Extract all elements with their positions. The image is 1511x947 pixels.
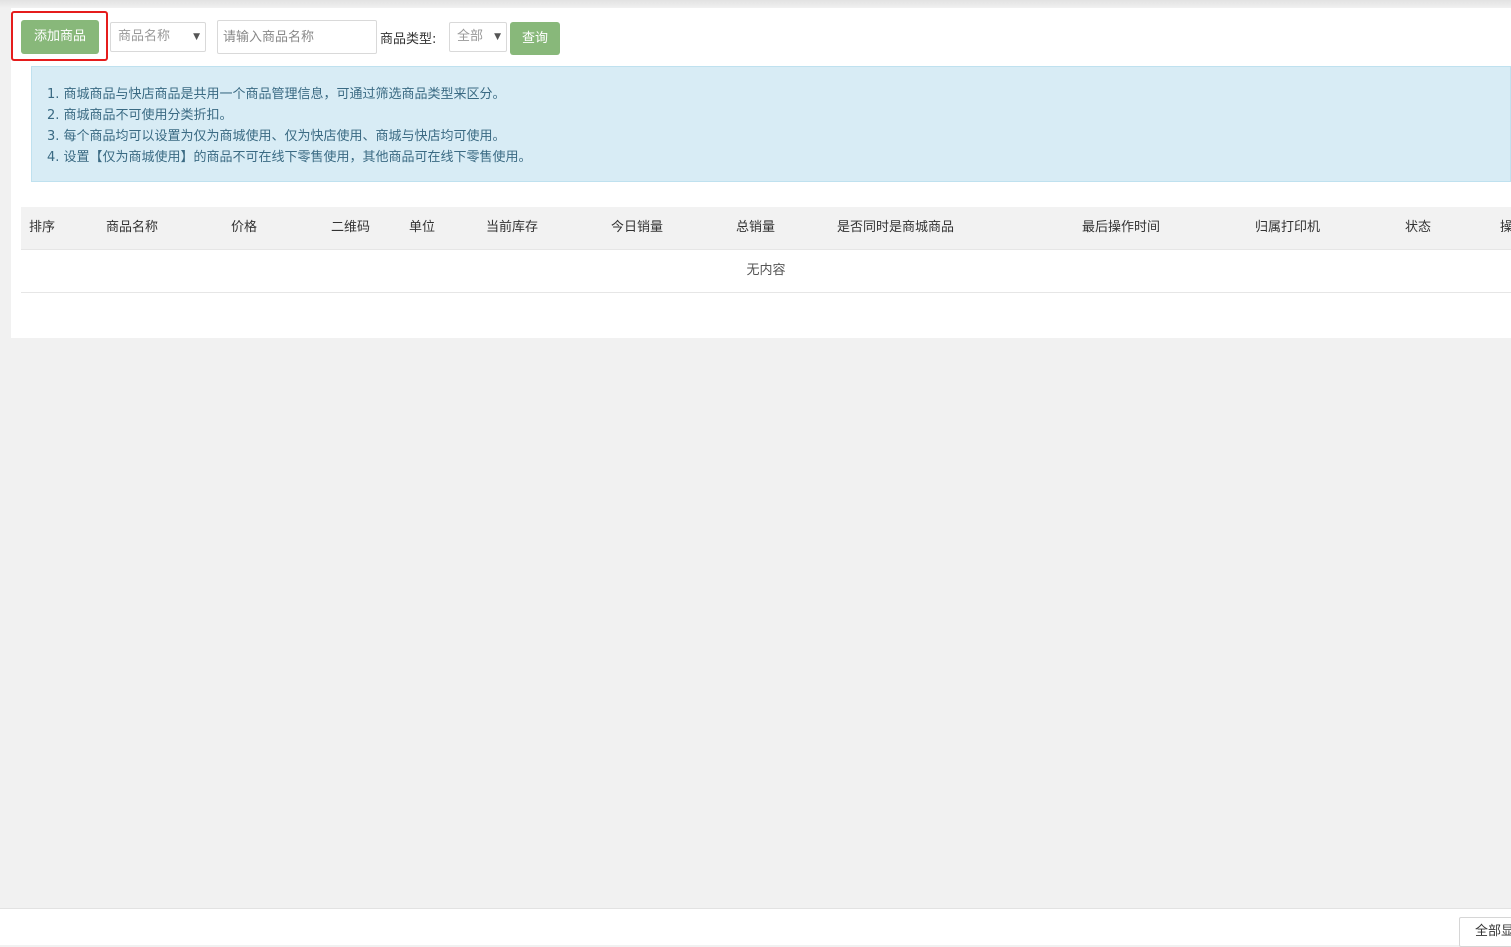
notice-item: 4. 设置【仅为商城使用】的商品不可在线下零售使用，其他商品可在线下零售使用。 — [47, 150, 532, 165]
product-table: 排序 商品名称 价格 二维码 单位 当前库存 今日销量 总销量 是否同时是商城商… — [21, 207, 1511, 293]
table-header: 排序 商品名称 价格 二维码 单位 当前库存 今日销量 总销量 是否同时是商城商… — [21, 207, 1511, 250]
search-field-select[interactable]: 商品名称 ▼ — [110, 22, 206, 52]
column-header-price[interactable]: 价格 — [231, 207, 257, 249]
notice-box: 1. 商城商品与快店商品是共用一个商品管理信息，可通过筛选商品类型来区分。 2.… — [31, 66, 1511, 182]
column-header-name[interactable]: 商品名称 — [106, 207, 158, 249]
chevron-down-icon: ▼ — [494, 32, 501, 42]
notice-item: 3. 每个商品均可以设置为仅为商城使用、仅为快店使用、商城与快店均可使用。 — [47, 129, 506, 144]
product-type-select-value: 全部 — [457, 29, 484, 44]
column-header-qrcode[interactable]: 二维码 — [331, 207, 370, 249]
column-header-total-sales[interactable]: 总销量 — [736, 207, 775, 249]
product-type-label: 商品类型: — [380, 32, 437, 47]
content-panel: 添加商品 商品名称 ▼ 商品类型: 全部 ▼ 查询 1. 商城商品与快店商品是共… — [11, 8, 1511, 338]
toolbar: 添加商品 商品名称 ▼ 商品类型: 全部 ▼ 查询 — [11, 8, 1511, 64]
table-empty-row: 无内容 — [21, 250, 1511, 293]
chevron-down-icon: ▼ — [193, 32, 200, 42]
notice-item: 2. 商城商品不可使用分类折扣。 — [47, 108, 233, 123]
column-header-status[interactable]: 状态 — [1405, 207, 1431, 249]
notice-item: 1. 商城商品与快店商品是共用一个商品管理信息，可通过筛选商品类型来区分。 — [47, 87, 506, 102]
column-header-today-sales[interactable]: 今日销量 — [611, 207, 663, 249]
column-header-sort[interactable]: 排序 — [29, 207, 55, 249]
add-product-button[interactable]: 添加商品 — [21, 20, 99, 54]
search-field-select-value: 商品名称 — [118, 29, 171, 44]
footer-bar: 全部显 — [0, 908, 1511, 947]
query-button[interactable]: 查询 — [510, 22, 560, 55]
column-header-stock[interactable]: 当前库存 — [486, 207, 538, 249]
search-input[interactable] — [217, 20, 377, 54]
column-header-is-mall-product[interactable]: 是否同时是商城商品 — [837, 207, 954, 249]
top-shadow — [0, 0, 1511, 8]
column-header-unit[interactable]: 单位 — [409, 207, 435, 249]
show-all-button[interactable]: 全部显 — [1459, 917, 1511, 947]
column-header-last-modified[interactable]: 最后操作时间 — [1082, 207, 1160, 249]
column-header-actions[interactable]: 操 — [1500, 207, 1511, 249]
product-type-select[interactable]: 全部 ▼ — [449, 22, 507, 52]
column-header-printer[interactable]: 归属打印机 — [1255, 207, 1320, 249]
